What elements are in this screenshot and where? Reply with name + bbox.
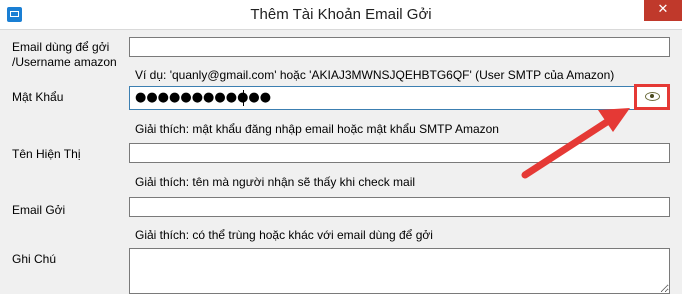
title-bar: Thêm Tài Khoản Email Gởi ✕ <box>0 0 682 30</box>
email-hint: Ví dụ: 'quanly@gmail.com' hoặc 'AKIAJ3MW… <box>135 68 615 82</box>
display-name-input[interactable] <box>129 143 670 163</box>
sender-email-hint: Giải thích: có thể trùng hoặc khác với e… <box>135 228 433 242</box>
text-caret <box>243 90 244 106</box>
notes-textarea[interactable] <box>129 248 670 294</box>
sender-email-label: Email Gởi <box>12 203 66 217</box>
notes-label: Ghi Chú <box>12 252 57 266</box>
close-button[interactable]: ✕ <box>644 0 682 21</box>
password-label: Mật Khẩu <box>12 90 64 104</box>
password-mask: ●●●●●●●●●●●● <box>135 90 272 105</box>
window-title: Thêm Tài Khoản Email Gởi <box>250 6 432 23</box>
display-name-label: Tên Hiện Thị <box>12 147 81 161</box>
password-hint: Giải thích: mật khẩu đăng nhập email hoặ… <box>135 122 499 136</box>
email-input[interactable] <box>129 37 670 57</box>
sender-email-input[interactable] <box>129 197 670 217</box>
email-label-line1: Email dùng để gởi <box>12 40 110 54</box>
email-label-line2: /Username amazon <box>12 55 117 69</box>
eye-icon <box>645 92 660 101</box>
show-password-button[interactable] <box>634 84 670 110</box>
password-field[interactable]: ●●●●●●●●●●●● <box>129 86 670 110</box>
display-name-hint: Giải thích: tên mà người nhận sẽ thấy kh… <box>135 175 416 189</box>
